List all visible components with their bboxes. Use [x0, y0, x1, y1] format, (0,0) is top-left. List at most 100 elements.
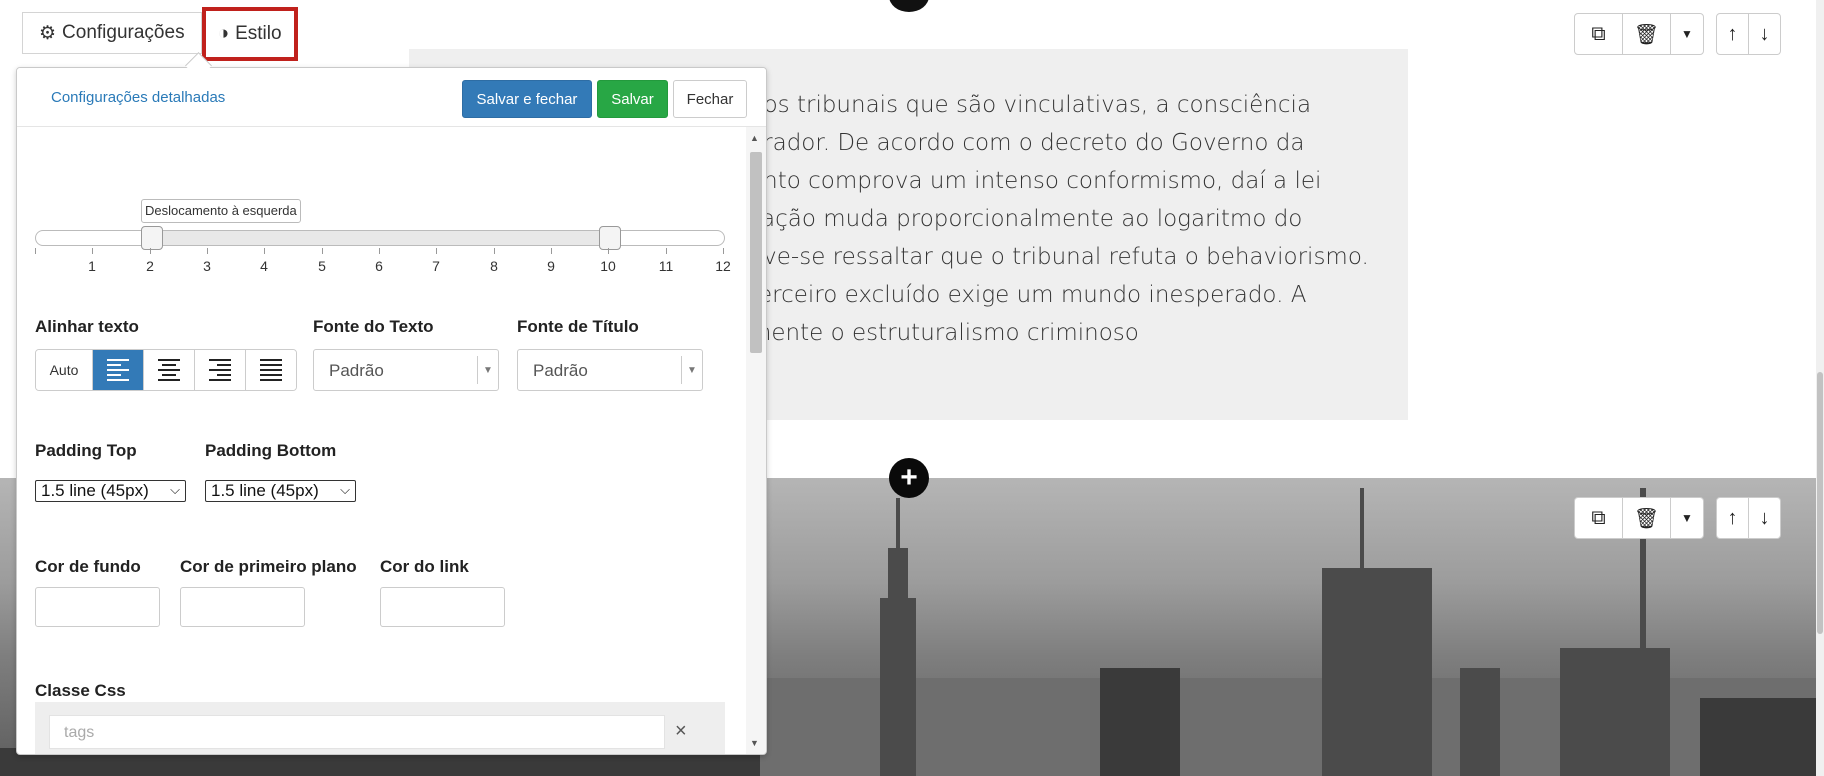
caret-down-icon: ▼ [681, 356, 702, 384]
slider-tick [92, 248, 93, 254]
arrow-up-icon[interactable]: ↑ [1717, 14, 1749, 54]
copy-icon[interactable]: ⧉ [1575, 14, 1623, 54]
slider-handle-left[interactable] [141, 226, 163, 250]
style-settings-panel: Configurações detalhadas Salvar e fechar… [16, 67, 767, 755]
slider-tick [494, 248, 495, 254]
column-offset-slider[interactable] [35, 226, 725, 250]
block-actions-group: ⧉ 🗑 ▼ [1574, 497, 1704, 539]
padding-top-label: Padding Top [35, 441, 137, 460]
title-font-select[interactable]: Padrão ▼ [517, 349, 703, 391]
save-button[interactable]: Salvar [597, 80, 668, 118]
padding-bottom-select[interactable]: 1.5 line (45px) ⌵ [205, 480, 356, 502]
body-text-line: terceiro excluído exige um mundo inesper… [749, 282, 1307, 308]
slider-tick-label: 2 [146, 258, 154, 274]
padding-top-select[interactable]: 1.5 line (45px) ⌵ [35, 480, 186, 502]
trash-icon[interactable]: 🗑 [1623, 14, 1671, 54]
align-auto-button[interactable]: Auto [36, 350, 93, 390]
block-toolbar-top: ⧉ 🗑 ▼ ↑ ↓ [1574, 13, 1781, 55]
block-toolbar-image: ⧉ 🗑 ▼ ↑ ↓ [1574, 497, 1781, 539]
add-block-button[interactable]: + [889, 458, 929, 498]
align-justify-button[interactable] [246, 350, 296, 390]
padding-top-value: 1.5 line (45px) [41, 481, 149, 500]
title-font-value: Padrão [533, 361, 588, 380]
panel-scrollbar-thumb[interactable] [750, 152, 762, 353]
slider-tick [264, 248, 265, 254]
slider-tick-label: 6 [375, 258, 383, 274]
align-left-button[interactable] [93, 350, 144, 390]
tab-configuracoes[interactable]: ⚙ Configurações [22, 12, 202, 54]
slider-handle-right[interactable] [599, 226, 621, 250]
slider-tick [666, 248, 667, 254]
clear-icon[interactable]: × [675, 720, 687, 743]
tab-label: Configurações [62, 22, 185, 43]
slider-tick [35, 248, 36, 254]
slider-tick [322, 248, 323, 254]
trash-icon[interactable]: 🗑 [1623, 498, 1671, 538]
add-block-button-top[interactable] [889, 0, 929, 12]
arrow-up-icon[interactable]: ↑ [1717, 498, 1749, 538]
page-scrollbar-thumb[interactable] [1817, 372, 1823, 634]
slider-tooltip: Deslocamento à esquerda [141, 199, 301, 223]
tab-estilo[interactable]: ◑ Estilo [201, 7, 298, 61]
arrow-down-icon[interactable]: ↓ [1749, 498, 1780, 538]
slider-tick-label: 5 [318, 258, 326, 274]
bg-color-input[interactable] [35, 587, 160, 627]
title-font-label: Fonte de Título [517, 317, 639, 336]
align-justify-icon [260, 359, 282, 381]
slider-tick [436, 248, 437, 254]
panel-scrollbar[interactable]: ▲ ▼ [746, 127, 766, 754]
align-right-icon [209, 359, 231, 381]
body-text-line: sação muda proporcionalmente ao logaritm… [749, 206, 1303, 232]
slider-tick-label: 4 [260, 258, 268, 274]
slider-tick-label: 7 [432, 258, 440, 274]
caret-down-icon[interactable]: ▼ [1671, 498, 1703, 538]
chevron-down-icon: ⌵ [340, 482, 350, 497]
move-group: ↑ ↓ [1716, 13, 1781, 55]
caret-down-icon[interactable]: ▼ [1671, 14, 1703, 54]
slider-tick-label: 8 [490, 258, 498, 274]
slider-tick [608, 248, 609, 254]
scroll-up-icon[interactable]: ▲ [750, 133, 759, 143]
slider-tick-label: 10 [600, 258, 616, 274]
tags-input[interactable]: tags [49, 715, 665, 749]
tab-label: Estilo [235, 23, 282, 44]
body-text-line: erador. De acordo com o decreto do Gover… [749, 130, 1305, 156]
detailed-settings-link[interactable]: Configurações detalhadas [51, 89, 225, 106]
body-text-line: dos tribunais que são vinculativas, a co… [749, 92, 1312, 118]
panel-body: Deslocamento à esquerda 1 2 3 4 5 6 7 8 9 10 11 12 … [17, 127, 745, 754]
copy-icon[interactable]: ⧉ [1575, 498, 1623, 538]
arrow-down-icon[interactable]: ↓ [1749, 14, 1780, 54]
page-scrollbar[interactable] [1816, 0, 1824, 776]
link-color-input[interactable] [380, 587, 505, 627]
fg-color-label: Cor de primeiro plano [180, 557, 357, 576]
padding-bottom-label: Padding Bottom [205, 441, 337, 460]
fg-color-input[interactable] [180, 587, 305, 627]
css-class-label: Classe Css [35, 681, 126, 700]
bg-color-label: Cor de fundo [35, 557, 141, 576]
slider-tick-label: 3 [203, 258, 211, 274]
body-text-line: ento comprova um intenso conformismo, da… [749, 168, 1322, 194]
scroll-down-icon[interactable]: ▼ [750, 738, 759, 748]
align-text-group: Auto [35, 349, 297, 391]
block-actions-group: ⧉ 🗑 ▼ [1574, 13, 1704, 55]
text-font-select[interactable]: Padrão ▼ [313, 349, 499, 391]
slider-tick [551, 248, 552, 254]
slider-tick-label: 11 [658, 258, 674, 274]
align-center-icon [158, 359, 180, 381]
slider-tick-label: 12 [715, 258, 731, 274]
chevron-down-icon: ⌵ [170, 482, 180, 497]
close-button[interactable]: Fechar [673, 80, 747, 118]
caret-down-icon: ▼ [477, 356, 498, 384]
body-text-line: mente o estruturalismo criminoso [749, 320, 1139, 346]
align-center-button[interactable] [144, 350, 195, 390]
slider-ticks: 1 2 3 4 5 6 7 8 9 10 11 12 [35, 248, 731, 278]
save-and-close-button[interactable]: Salvar e fechar [462, 80, 592, 118]
slider-tick [207, 248, 208, 254]
text-font-value: Padrão [329, 361, 384, 380]
css-class-field: tags × [35, 702, 725, 754]
align-left-icon [107, 359, 129, 381]
slider-tick [723, 248, 724, 254]
slider-tick-label: 1 [88, 258, 96, 274]
text-font-label: Fonte do Texto [313, 317, 434, 336]
align-right-button[interactable] [195, 350, 246, 390]
